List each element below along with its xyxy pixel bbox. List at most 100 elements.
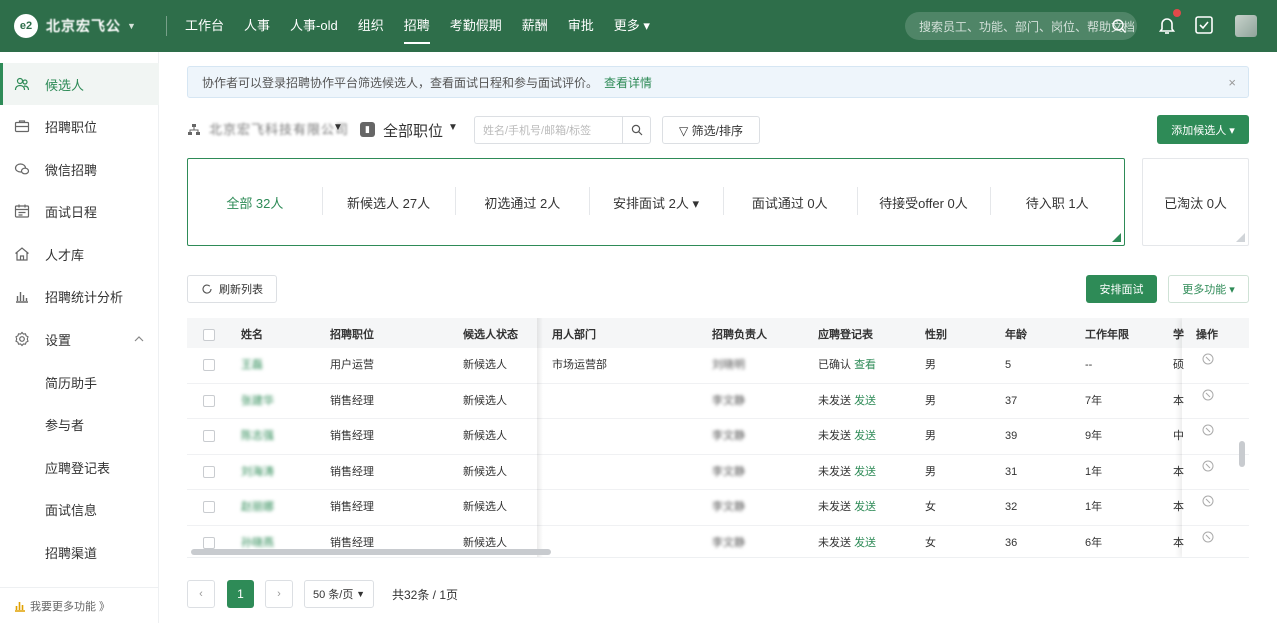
- sidebar-subitem-participants[interactable]: 参与者: [0, 403, 159, 445]
- stage-pending-onboard[interactable]: 待入职 1人: [990, 186, 1124, 215]
- form-action-link[interactable]: 查看: [854, 359, 876, 371]
- sidebar-item-schedule[interactable]: 面试日程: [0, 190, 159, 232]
- chevron-up-icon[interactable]: [133, 333, 145, 345]
- avatar[interactable]: [1235, 15, 1257, 37]
- row-checkbox[interactable]: [203, 394, 215, 407]
- row-checkbox[interactable]: [203, 359, 215, 371]
- chevron-down-icon[interactable]: ▼: [127, 21, 136, 31]
- nav-approval[interactable]: 审批: [568, 0, 594, 52]
- app-logo[interactable]: e2 北京宏飞公 ▼: [14, 14, 136, 38]
- nav-attendance[interactable]: 考勤假期: [450, 0, 502, 52]
- row-checkbox[interactable]: [203, 501, 215, 513]
- close-icon[interactable]: ×: [1228, 75, 1236, 90]
- stage-interview-passed[interactable]: 面试通过 0人: [722, 186, 857, 215]
- add-candidate-button[interactable]: 添加候选人 ▾: [1157, 115, 1249, 144]
- candidate-age: 5: [1005, 359, 1012, 371]
- candidate-age: 36: [1005, 536, 1018, 549]
- form-action-link[interactable]: 发送: [854, 395, 876, 407]
- nav-hr[interactable]: 人事: [244, 0, 270, 52]
- sidebar-item-candidates[interactable]: 候选人: [0, 63, 159, 105]
- row-checkbox[interactable]: [203, 430, 215, 442]
- nav-salary[interactable]: 薪酬: [522, 0, 548, 52]
- position-selector[interactable]: 全部职位: [383, 120, 443, 141]
- filter-sort-button[interactable]: ▽ 筛选/排序: [662, 116, 760, 144]
- candidate-name[interactable]: 赵丽娜: [241, 490, 274, 525]
- sidebar-subitem-resume-assistant[interactable]: 简历助手: [0, 361, 159, 403]
- th-age[interactable]: 年龄: [1005, 318, 1027, 352]
- form-action-link[interactable]: 发送: [854, 430, 876, 442]
- sidebar-item-label: 设置: [45, 332, 72, 348]
- current-page-button[interactable]: 1: [227, 580, 254, 608]
- chevron-down-icon[interactable]: ▼: [333, 122, 343, 133]
- sidebar-item-talent-pool[interactable]: 人才库: [0, 233, 159, 275]
- nav-hr-old[interactable]: 人事-old: [290, 0, 338, 52]
- page-size-select[interactable]: 50 条/页 ▼: [304, 580, 374, 608]
- next-page-button[interactable]: ›: [265, 580, 293, 608]
- candidate-name[interactable]: 刘海涛: [241, 455, 274, 490]
- refresh-list-button[interactable]: 刷新列表: [187, 275, 277, 303]
- stage-eliminated-label: 已淘汰 0人: [1164, 195, 1227, 211]
- table-row[interactable]: 陈志强 销售经理 新候选人 李文静 未发送 发送男 39 9年中: [187, 419, 1249, 455]
- candidate-name[interactable]: 张建华: [241, 384, 274, 419]
- candidate-search-input[interactable]: 姓名/手机号/邮箱/标签: [474, 116, 623, 144]
- horizontal-scrollbar[interactable]: [191, 549, 551, 555]
- nav-recruit[interactable]: 招聘: [403, 0, 430, 52]
- th-department[interactable]: 用人部门: [552, 318, 596, 352]
- stage-new[interactable]: 新候选人 27人: [321, 186, 456, 215]
- candidate-years: 1年: [1085, 465, 1103, 478]
- todo-icon[interactable]: [1194, 15, 1214, 35]
- th-owner[interactable]: 招聘负责人: [712, 318, 767, 352]
- row-checkbox[interactable]: [203, 465, 215, 478]
- notice-details-link[interactable]: 查看详情: [604, 74, 652, 91]
- candidate-status: 新候选人: [463, 394, 507, 407]
- vertical-scrollbar[interactable]: [1239, 441, 1245, 467]
- nav-workbench[interactable]: 工作台: [185, 0, 224, 52]
- th-form[interactable]: 应聘登记表: [818, 318, 873, 352]
- candidate-name[interactable]: 王磊: [241, 348, 263, 383]
- form-action-link[interactable]: 发送: [854, 537, 876, 549]
- bell-icon[interactable]: [1156, 14, 1178, 36]
- th-status[interactable]: 候选人状态: [463, 318, 518, 352]
- sidebar-subitem-registration-form[interactable]: 应聘登记表: [0, 446, 159, 488]
- table-row[interactable]: 王磊 用户运营 新候选人 市场运营部 刘晓明 已确认 查看男 5 -- 硕: [187, 348, 1249, 384]
- stage-pending-offer[interactable]: 待接受offer 0人: [856, 186, 991, 215]
- candidate-position: 销售经理: [330, 394, 374, 407]
- candidate-search-button[interactable]: [622, 116, 651, 144]
- stage-eliminated[interactable]: 已淘汰 0人: [1142, 158, 1249, 246]
- org-selector[interactable]: 北京宏飞科技有限公司: [209, 121, 349, 139]
- search-icon[interactable]: [1111, 18, 1127, 34]
- sidebar-subitem-interview-info[interactable]: 面试信息: [0, 488, 159, 530]
- sidebar-item-positions[interactable]: 招聘职位: [0, 105, 159, 147]
- th-name[interactable]: 姓名: [241, 318, 263, 352]
- sidebar-subitem-channels[interactable]: 招聘渠道: [0, 531, 159, 573]
- stage-all[interactable]: 全部 32人: [188, 193, 322, 212]
- form-action-link[interactable]: 发送: [854, 501, 876, 513]
- chevron-down-icon[interactable]: ▼: [448, 122, 458, 133]
- row-checkbox[interactable]: [203, 536, 215, 549]
- select-all-checkbox[interactable]: [203, 329, 215, 341]
- th-years[interactable]: 工作年限: [1085, 318, 1129, 352]
- candidate-name[interactable]: 陈志强: [241, 419, 274, 454]
- more-functions-button[interactable]: 更多功能 ▾: [1168, 275, 1249, 303]
- table-row[interactable]: 刘海涛 销售经理 新候选人 李文静 未发送 发送男 31 1年本: [187, 454, 1249, 490]
- table-row[interactable]: 张建华 销售经理 新候选人 李文静 未发送 发送男 37 7年本: [187, 383, 1249, 419]
- nav-more[interactable]: 更多 ▾: [614, 0, 650, 52]
- sidebar-item-wechat[interactable]: 微信招聘: [0, 148, 159, 190]
- sidebar-item-stats[interactable]: 招聘统计分析: [0, 275, 159, 317]
- global-search-input[interactable]: 搜索员工、功能、部门、岗位、帮助文档: [905, 12, 1137, 40]
- more-features-link[interactable]: 我要更多功能 》: [0, 587, 159, 623]
- nav-org[interactable]: 组织: [358, 0, 384, 52]
- prev-page-button[interactable]: ‹: [187, 580, 215, 608]
- th-position[interactable]: 招聘职位: [330, 318, 374, 352]
- divider: [166, 16, 167, 36]
- form-action-link[interactable]: 发送: [854, 466, 876, 478]
- th-gender[interactable]: 性别: [925, 318, 947, 352]
- candidate-table: 姓名 招聘职位 候选人状态 用人部门 招聘负责人 应聘登记表 性别 年龄 工作年…: [187, 318, 1249, 558]
- org-tree-icon: [188, 124, 200, 135]
- schedule-interview-button[interactable]: 安排面试: [1086, 275, 1157, 303]
- sidebar-item-settings[interactable]: 设置: [0, 318, 159, 360]
- candidate-position: 销售经理: [330, 465, 374, 478]
- stage-screened[interactable]: 初选通过 2人: [455, 186, 589, 215]
- stage-interview-scheduled[interactable]: 安排面试 2人 ▾: [589, 186, 723, 215]
- table-row[interactable]: 赵丽娜 销售经理 新候选人 李文静 未发送 发送女 32 1年本: [187, 490, 1249, 526]
